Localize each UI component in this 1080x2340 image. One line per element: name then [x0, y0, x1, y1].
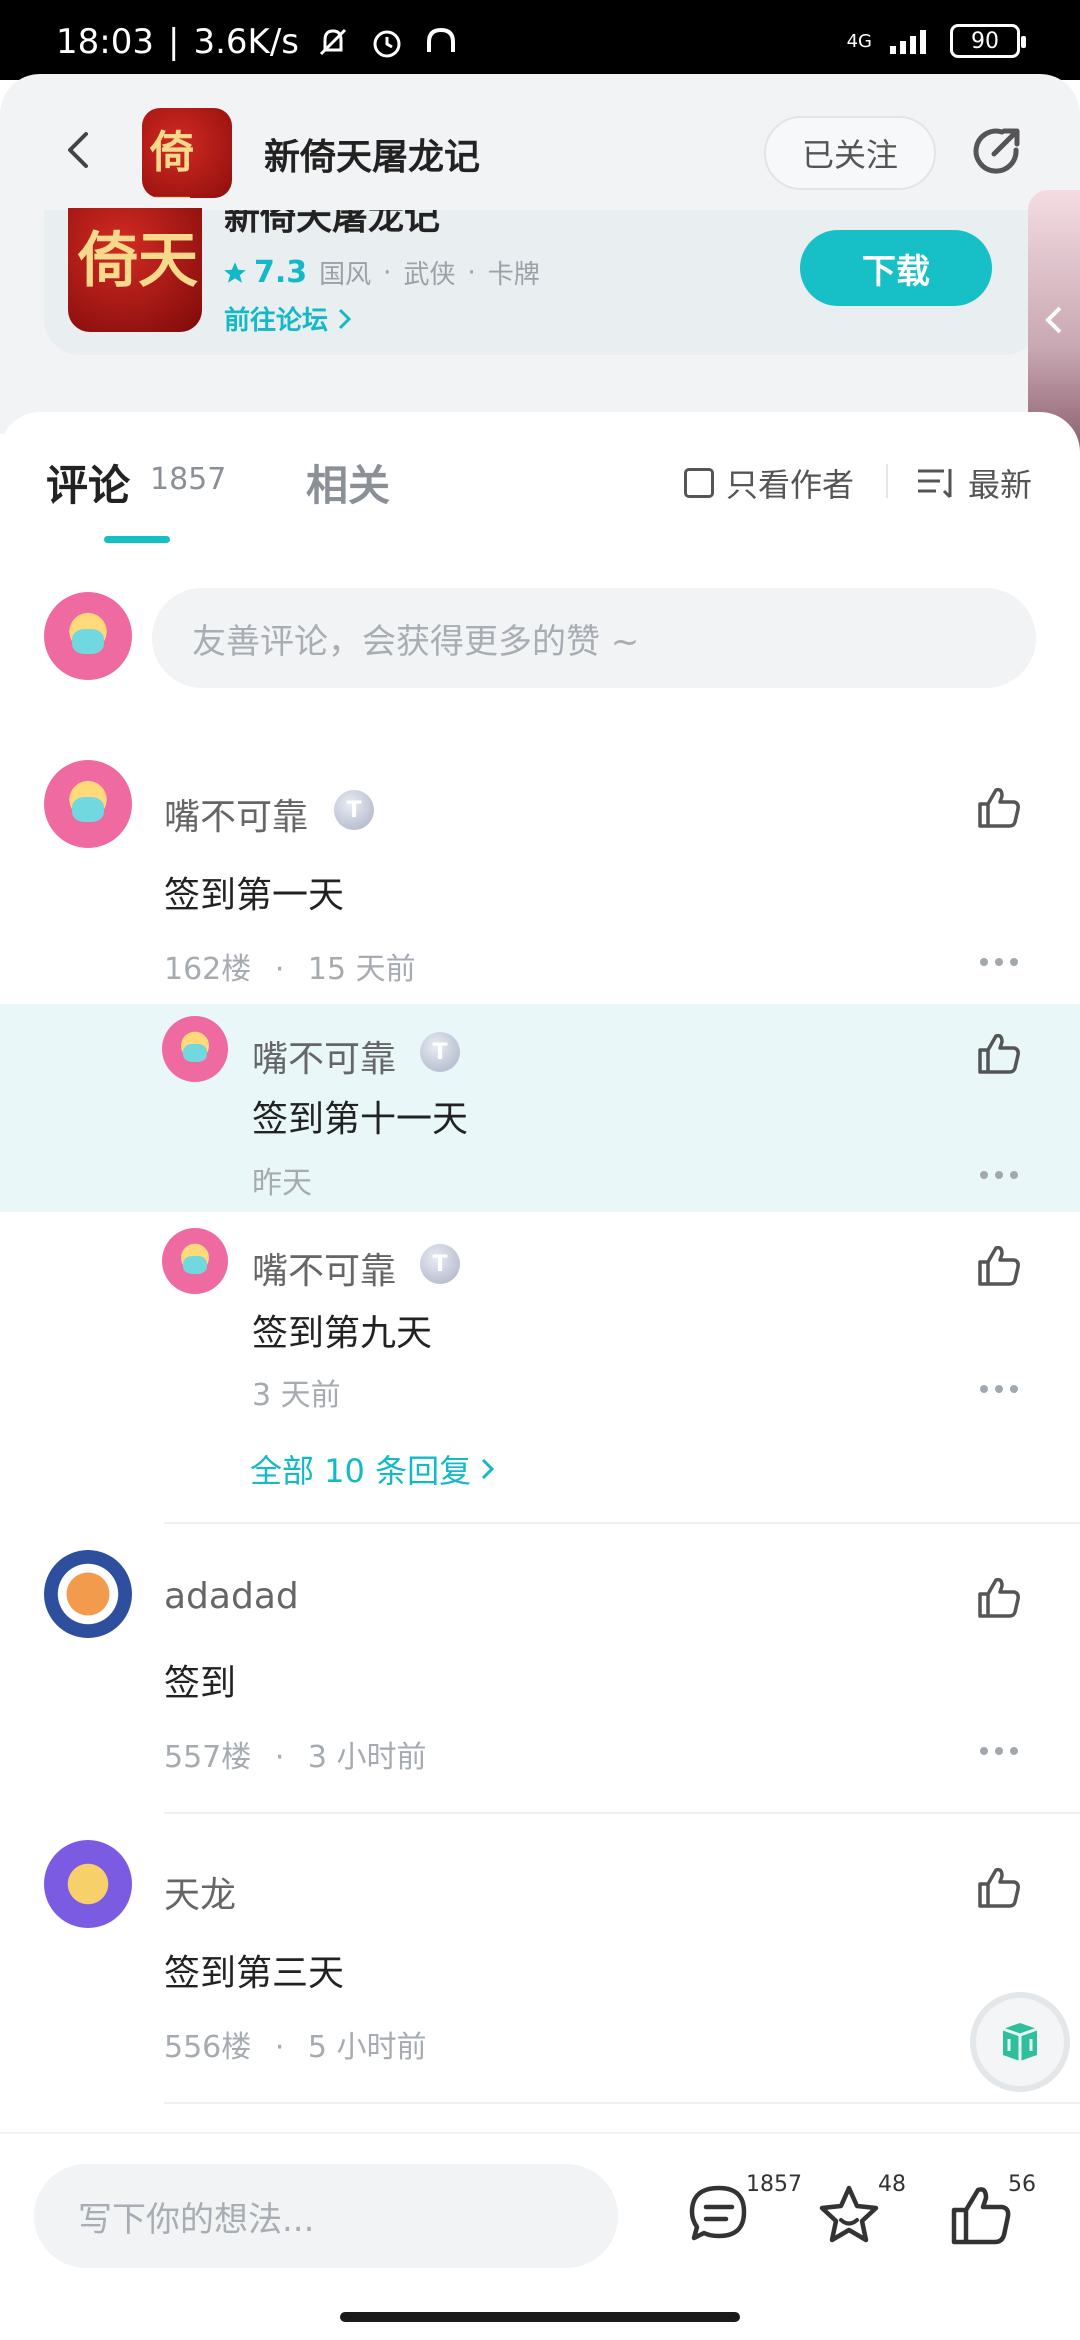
comment-count: 1857: [746, 2172, 802, 2197]
more-icon[interactable]: [980, 1744, 1020, 1758]
rating: 7.3: [222, 255, 307, 290]
favorite-count: 48: [878, 2172, 906, 2197]
like-icon[interactable]: [974, 1240, 1024, 1290]
status-bar: 18:03 | 3.6K/s 4G 90: [0, 0, 1080, 80]
avatar[interactable]: [162, 1228, 228, 1294]
comment-time: 3 小时前: [307, 1740, 427, 1775]
status-right: 4G 90: [846, 24, 1026, 58]
comment-username[interactable]: adadad: [164, 1576, 299, 1617]
status-left: 18:03 | 3.6K/s: [56, 22, 461, 62]
my-avatar[interactable]: [44, 592, 132, 680]
chevron-left-icon: [1045, 306, 1062, 334]
comment-text: 签到第三天: [164, 1953, 345, 1994]
reply-time: 昨天: [252, 1166, 312, 1201]
tab-related[interactable]: 相关: [306, 452, 390, 513]
meta-separator: ·: [274, 2030, 285, 2065]
comment-icon[interactable]: [684, 2180, 754, 2250]
tag-separator: ·: [383, 257, 392, 288]
meta-separator: ·: [274, 952, 285, 987]
divider: [886, 464, 888, 498]
favorite-icon[interactable]: [814, 2180, 884, 2250]
comment-floor: 556楼: [164, 2030, 252, 2065]
back-icon[interactable]: [50, 120, 110, 180]
battery-icon: 90: [950, 24, 1026, 58]
page-title: 新倚天屠龙记: [264, 137, 481, 178]
more-icon[interactable]: [980, 1382, 1020, 1396]
status-net-speed: 3.6K/s: [193, 22, 299, 62]
tag-separator: ·: [467, 257, 476, 288]
like-icon[interactable]: [946, 2180, 1016, 2250]
sort-button[interactable]: 最新: [916, 460, 1032, 506]
status-time: 18:03: [56, 22, 154, 62]
reply-text: 签到第九天: [252, 1313, 433, 1354]
comment-floor: 557楼: [164, 1740, 252, 1775]
mute-bell-icon: [319, 28, 347, 56]
star-icon: [224, 261, 246, 283]
signal-label: 4G: [846, 30, 872, 52]
only-author-toggle[interactable]: 只看作者: [684, 460, 854, 506]
like-icon[interactable]: [974, 1028, 1024, 1078]
reply-time: 3 天前: [252, 1378, 341, 1413]
comments-count: 1857: [150, 462, 227, 497]
share-icon[interactable]: [966, 120, 1030, 184]
tab-indicator: [104, 536, 170, 543]
comment-text: 签到第一天: [164, 875, 345, 916]
tag: 国风: [319, 260, 372, 290]
bottom-comment-input[interactable]: 写下你的想法...: [34, 2164, 618, 2268]
app-icon[interactable]: 倚天: [142, 108, 232, 198]
headphone-icon: [427, 27, 455, 52]
chevron-right-icon: [338, 308, 352, 329]
avatar[interactable]: [44, 1550, 132, 1638]
like-icon[interactable]: [974, 782, 1024, 832]
more-icon[interactable]: [980, 955, 1020, 969]
comment-input[interactable]: 友善评论，会获得更多的赞 ~: [152, 588, 1036, 688]
sort-icon: [918, 469, 952, 499]
level-badge: T: [420, 1032, 460, 1072]
comment-floor: 162楼: [164, 952, 252, 987]
level-badge: T: [334, 790, 374, 830]
divider: [164, 1522, 1080, 1524]
download-button[interactable]: 下载: [800, 230, 992, 306]
tag: 武侠: [403, 260, 456, 290]
avatar[interactable]: [44, 760, 132, 848]
highlighted-reply: [0, 1004, 1080, 1212]
like-count: 56: [1008, 2172, 1036, 2197]
home-indicator[interactable]: [340, 2312, 740, 2322]
like-icon[interactable]: [974, 1572, 1024, 1622]
comment-meta: 557楼 · 3 小时前: [164, 1732, 427, 1776]
comment-time: 15 天前: [307, 952, 416, 987]
forum-link[interactable]: 前往论坛: [224, 300, 354, 337]
comment-meta: 162楼 · 15 天前: [164, 944, 416, 988]
reply-username[interactable]: 嘴不可靠: [252, 1242, 396, 1294]
reply-text: 签到第十一天: [252, 1099, 469, 1140]
app-card-meta: 7.3 国风 · 武侠 · 卡牌: [222, 254, 540, 291]
avatar[interactable]: [162, 1016, 228, 1082]
tag: 卡牌: [487, 260, 540, 290]
level-badge: T: [420, 1244, 460, 1284]
comment-text: 签到: [164, 1663, 237, 1704]
tab-comments[interactable]: 评论: [46, 452, 130, 513]
comment-username[interactable]: 嘴不可靠: [164, 788, 308, 840]
comment-username[interactable]: 天龙: [164, 1866, 236, 1918]
cube-icon: [1002, 2023, 1038, 2061]
meta-separator: ·: [274, 1740, 285, 1775]
rating-value: 7.3: [254, 255, 308, 290]
alarm-icon: [373, 30, 401, 58]
signal-icon: [890, 30, 926, 54]
divider: [164, 2102, 1080, 2104]
chevron-right-icon: [482, 1458, 495, 1480]
app-card-icon[interactable]: 倚天: [68, 208, 202, 332]
comment-time: 5 小时前: [307, 2030, 427, 2065]
avatar[interactable]: [44, 1840, 132, 1928]
divider: [164, 1812, 1080, 1814]
all-replies-link[interactable]: 全部 10 条回复: [250, 1446, 497, 1492]
comment-meta: 556楼 · 5 小时前: [164, 2022, 427, 2066]
floating-cube-button[interactable]: [970, 1992, 1070, 2092]
more-icon[interactable]: [980, 1168, 1020, 1182]
follow-button[interactable]: 已关注: [764, 116, 936, 190]
reply-username[interactable]: 嘴不可靠: [252, 1030, 396, 1082]
app-card-title: 新倚天屠龙记: [224, 210, 441, 238]
like-icon[interactable]: [974, 1862, 1024, 1912]
checkbox-icon: [684, 468, 714, 498]
